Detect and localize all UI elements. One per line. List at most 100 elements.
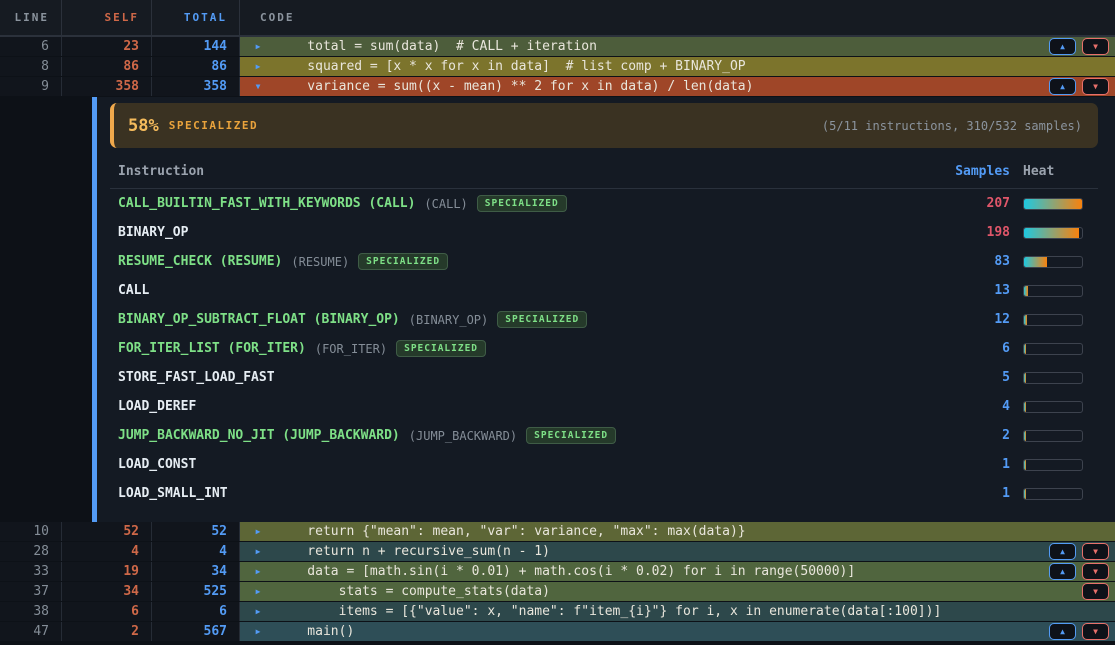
- heat-cell: [1010, 372, 1098, 384]
- code-text: total = sum(data) # CALL + iteration: [276, 37, 597, 56]
- column-header-total[interactable]: TOTAL: [152, 0, 240, 35]
- code-line-row: 3866▶ items = [{"value": x, "name": f"it…: [0, 602, 1115, 622]
- jump-up-arrow-button[interactable]: ▲: [1049, 623, 1076, 640]
- heat-bar-track: [1023, 372, 1083, 384]
- expand-icon[interactable]: ▶: [240, 57, 276, 76]
- self-samples: 2: [62, 622, 152, 641]
- self-samples: 34: [62, 582, 152, 601]
- instruction-name: STORE_FAST_LOAD_FAST: [118, 370, 275, 385]
- instruction-info: STORE_FAST_LOAD_FAST: [118, 370, 900, 385]
- total-samples: 525: [152, 582, 240, 601]
- expanded-line-panel: 58% SPECIALIZED (5/11 instructions, 310/…: [0, 97, 1115, 522]
- jump-down-arrow-button[interactable]: ▼: [1082, 78, 1109, 95]
- jump-up-arrow-button[interactable]: ▲: [1049, 38, 1076, 55]
- line-number: 8: [0, 57, 62, 76]
- code-rows-bottom: 10 525 2 ▶ return {"mean": mean, "var": var…: [0, 522, 1115, 642]
- heat-cell: [1010, 459, 1098, 471]
- jump-down-arrow-button[interactable]: ▼: [1082, 563, 1109, 580]
- heat-cell: [1010, 198, 1098, 210]
- instruction-row: CALL13: [110, 276, 1098, 305]
- instruction-info: FOR_ITER_LIST (FOR_ITER)(FOR_ITER)SPECIA…: [118, 340, 900, 357]
- jump-down-arrow-button[interactable]: ▼: [1082, 543, 1109, 560]
- heat-bar-track: [1023, 256, 1083, 268]
- code-text: variance = sum((x - mean) ** 2 for x in …: [276, 77, 753, 96]
- code-line-row: 9358358▼ variance = sum((x - mean) ** 2 …: [0, 77, 1115, 97]
- code-cell[interactable]: ▶ return n + recursive_sum(n - 1) ▲ ▼: [240, 542, 1115, 561]
- line-number: 37: [0, 582, 62, 601]
- line-number: 10: [0, 522, 62, 541]
- samples-column-header[interactable]: Samples: [900, 164, 1010, 179]
- heat-bar-fill: [1024, 199, 1082, 209]
- profiler-app: LINE SELF TOTAL CODE 623144▶ total = sum…: [0, 0, 1115, 645]
- instruction-info: LOAD_DEREF: [118, 399, 900, 414]
- heat-bar-track: [1023, 459, 1083, 471]
- expand-icon[interactable]: ▶: [240, 562, 276, 581]
- collapse-icon[interactable]: ▼: [240, 77, 276, 96]
- code-text: return n + recursive_sum(n - 1): [276, 542, 550, 561]
- heat-bar-track: [1023, 198, 1083, 210]
- column-header-self[interactable]: SELF: [62, 0, 152, 35]
- instruction-row: BINARY_OP_SUBTRACT_FLOAT (BINARY_OP)(BIN…: [110, 305, 1098, 334]
- expand-icon[interactable]: ▶: [240, 542, 276, 561]
- code-cell[interactable]: ▶ items = [{"value": x, "name": f"item_{…: [240, 602, 1115, 621]
- instruction-rows: CALL_BUILTIN_FAST_WITH_KEYWORDS (CALL) (C…: [110, 189, 1098, 508]
- instruction-info: CALL_BUILTIN_FAST_WITH_KEYWORDS (CALL) (C…: [118, 195, 900, 212]
- code-cell[interactable]: ▶ stats = compute_stats(data) ▼: [240, 582, 1115, 601]
- code-cell[interactable]: ▼ variance = sum((x - mean) ** 2 for x i…: [240, 77, 1115, 96]
- heat-bar-track: [1023, 401, 1083, 413]
- instruction-row: LOAD_SMALL_INT1: [110, 479, 1098, 508]
- instruction-row: STORE_FAST_LOAD_FAST5: [110, 363, 1098, 392]
- total-samples: 6: [152, 602, 240, 621]
- instruction-row: LOAD_CONST1: [110, 450, 1098, 479]
- code-text: return {"mean": mean, "var": variance, "…: [276, 522, 746, 541]
- code-cell[interactable]: ▶ main()▲▼: [240, 622, 1115, 641]
- code-cell[interactable]: ▶ squared = [x * x for x in data] # list…: [240, 57, 1115, 76]
- heat-column-header: Heat: [1010, 164, 1098, 179]
- heat-bar-track: [1023, 285, 1083, 297]
- panel-left-gutter: [0, 97, 92, 522]
- expand-icon[interactable]: ▶: [240, 37, 276, 56]
- instruction-info: BINARY_OP_SUBTRACT_FLOAT (BINARY_OP)(BIN…: [118, 311, 900, 328]
- specialized-label: SPECIALIZED: [169, 119, 258, 132]
- line-number: 47: [0, 622, 62, 641]
- heat-cell: [1010, 488, 1098, 500]
- instruction-name: LOAD_DEREF: [118, 399, 196, 414]
- sample-count: 1: [900, 486, 1010, 501]
- instruction-name: CALL_BUILTIN_FAST_WITH_KEYWORDS (CALL): [118, 196, 415, 211]
- code-rows-top: 623144▶ total = sum(data) # CALL + itera…: [0, 37, 1115, 97]
- jump-down-arrow-button[interactable]: ▼: [1082, 623, 1109, 640]
- jump-up-arrow-button[interactable]: ▲: [1049, 78, 1076, 95]
- expand-icon[interactable]: ▶: [240, 622, 276, 641]
- self-samples: 23: [62, 37, 152, 56]
- line-nav-buttons: ▲▼: [1049, 78, 1109, 95]
- expand-icon[interactable]: ▶: [240, 602, 276, 621]
- code-cell[interactable]: ▶ total = sum(data) # CALL + iteration ▲ ▼: [240, 37, 1115, 56]
- sample-count: 2: [900, 428, 1010, 443]
- self-samples: 52: [62, 522, 152, 541]
- sample-count: 6: [900, 341, 1010, 356]
- code-cell[interactable]: ▶ return {"mean": mean, "var": variance,…: [240, 522, 1115, 541]
- base-opcode: (JUMP_BACKWARD): [409, 429, 517, 443]
- heat-bar-fill: [1024, 228, 1079, 238]
- jump-down-arrow-button[interactable]: ▼: [1082, 38, 1109, 55]
- heat-cell: [1010, 227, 1098, 239]
- code-cell[interactable]: ▶ data = [math.sin(i * 0.01) + math.cos(…: [240, 562, 1115, 581]
- expand-icon[interactable]: ▶: [240, 522, 276, 541]
- jump-up-arrow-button[interactable]: ▲: [1049, 563, 1076, 580]
- jump-down-arrow-button[interactable]: ▼: [1082, 583, 1109, 600]
- code-line-row: 472567▶ main()▲▼: [0, 622, 1115, 642]
- code-line-row: 105252▶ return {"mean": mean, "var": var…: [0, 522, 1115, 542]
- heat-bar-fill: [1024, 315, 1027, 325]
- specialized-percent: 58%: [128, 116, 159, 136]
- line-number: 33: [0, 562, 62, 581]
- expand-icon[interactable]: ▶: [240, 582, 276, 601]
- line-number: 38: [0, 602, 62, 621]
- line-number: 28: [0, 542, 62, 561]
- base-opcode: (CALL): [424, 197, 467, 211]
- self-samples: 358: [62, 77, 152, 96]
- heat-cell: [1010, 401, 1098, 413]
- panel-body: 58% SPECIALIZED (5/11 instructions, 310/…: [97, 97, 1115, 522]
- heat-bar-fill: [1024, 460, 1026, 470]
- jump-up-arrow-button[interactable]: ▲: [1049, 543, 1076, 560]
- code-text: stats = compute_stats(data): [276, 582, 550, 601]
